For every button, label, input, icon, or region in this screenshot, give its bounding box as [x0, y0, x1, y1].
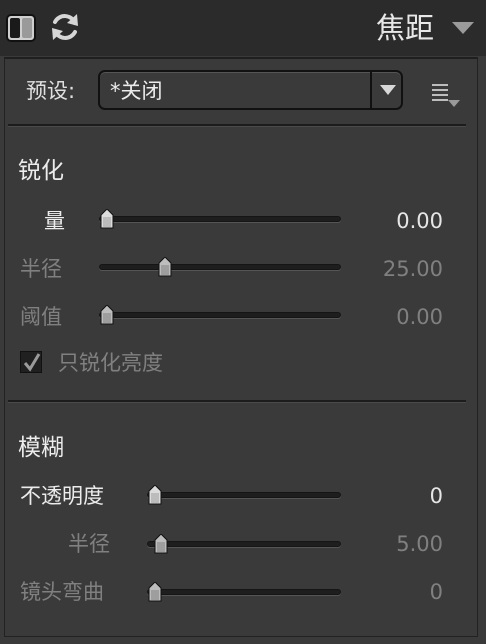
sharpen-radius-slider[interactable]	[99, 264, 341, 270]
blur-lens-curvature-value[interactable]: 0	[360, 577, 443, 607]
blur-opacity-label: 不透明度	[20, 484, 104, 508]
sharpen-radius-label: 半径	[20, 257, 62, 281]
sharpen-amount-thumb[interactable]	[99, 209, 115, 229]
sharpen-amount-value[interactable]: 0.00	[360, 206, 443, 236]
blur-lens-curvature-thumb[interactable]	[147, 582, 163, 602]
preset-label: 预设:	[26, 79, 76, 103]
preset-dropdown-value: *关闭	[110, 79, 163, 103]
blur-radius-slider[interactable]	[147, 541, 341, 547]
sharpen-amount-slider[interactable]	[99, 216, 341, 222]
luminance-only-label[interactable]: 只锐化亮度	[58, 348, 163, 378]
chevron-down-icon[interactable]	[379, 84, 397, 96]
blur-section-title: 模糊	[18, 435, 64, 461]
sharpen-threshold-value[interactable]: 0.00	[360, 302, 443, 332]
preset-dropdown[interactable]: *关闭	[98, 70, 403, 110]
luminance-only-checkbox[interactable]	[20, 351, 42, 373]
blur-radius-label: 半径	[68, 532, 110, 556]
blur-opacity-value[interactable]: 0	[360, 481, 443, 511]
blur-radius-thumb[interactable]	[153, 534, 169, 554]
sharpen-radius-value[interactable]: 25.00	[360, 254, 443, 284]
sharpen-threshold-thumb[interactable]	[99, 305, 115, 325]
section-divider	[8, 124, 466, 127]
sharpen-amount-label: 量	[44, 209, 65, 233]
blur-radius-value[interactable]: 5.00	[360, 529, 443, 559]
sharpen-threshold-label: 阈值	[20, 305, 62, 329]
blur-lens-curvature-label: 镜头弯曲	[20, 580, 104, 604]
dropdown-separator	[370, 72, 372, 108]
preset-menu-icon[interactable]	[430, 80, 464, 110]
checkmark-icon	[23, 353, 41, 372]
reset-icon[interactable]	[48, 10, 82, 44]
sharpen-section-title: 锐化	[18, 158, 64, 184]
blur-lens-curvature-slider[interactable]	[147, 589, 341, 595]
compare-view-icon[interactable]	[6, 14, 36, 42]
panel-title: 焦距	[375, 11, 434, 45]
sharpen-radius-thumb[interactable]	[157, 257, 173, 277]
blur-opacity-thumb[interactable]	[147, 485, 163, 505]
sharpen-threshold-slider[interactable]	[99, 312, 341, 318]
collapse-triangle-icon[interactable]	[449, 17, 477, 39]
blur-opacity-slider[interactable]	[147, 492, 341, 498]
section-divider	[8, 400, 466, 403]
